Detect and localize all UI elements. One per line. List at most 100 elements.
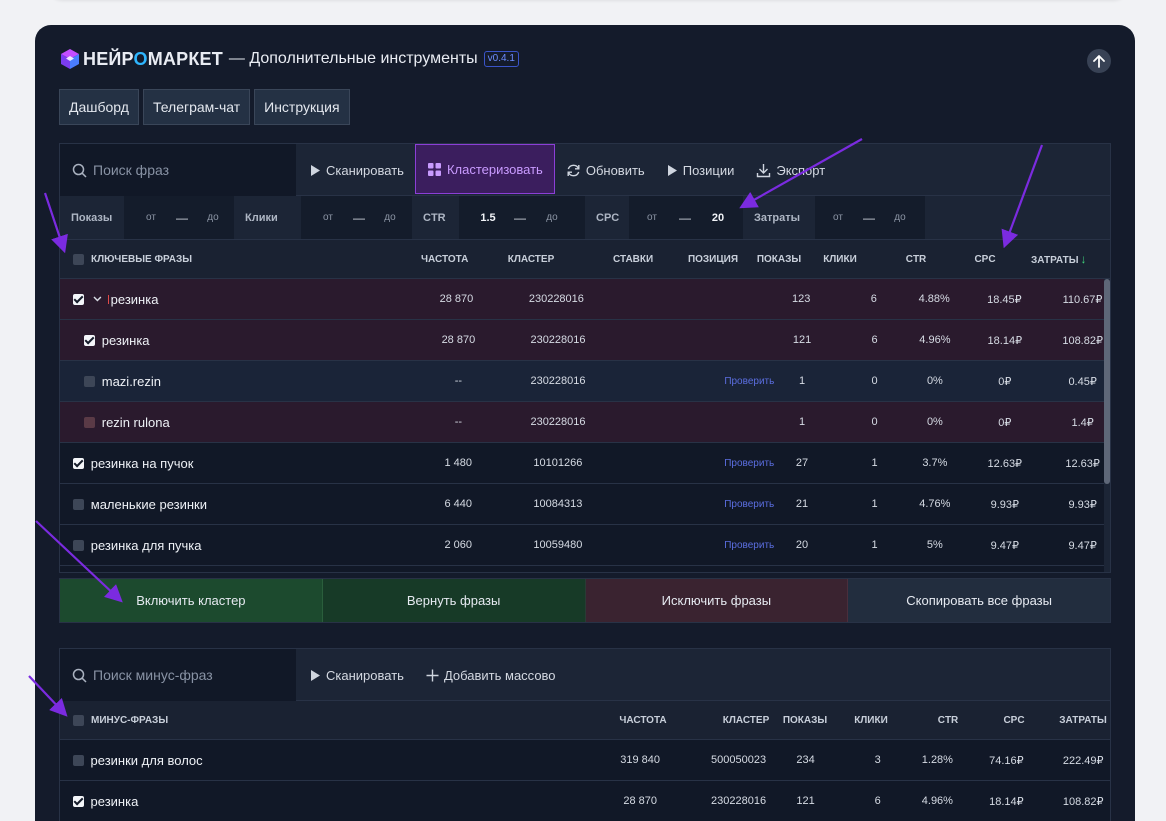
col-ctr[interactable]: CTR: [892, 715, 970, 726]
arrow-up-icon: [1093, 55, 1105, 68]
add-bulk-button[interactable]: Добавить массово: [415, 649, 567, 701]
row-checkbox[interactable]: [73, 293, 84, 305]
row-cpc: 9.47₽: [990, 539, 1019, 552]
row-ctr: 4.96%: [919, 334, 951, 346]
positions-label: Позиции: [682, 162, 735, 178]
play-icon: [311, 164, 320, 176]
col-costs[interactable]: ЗАТРАТЫ: [1032, 715, 1110, 726]
col-cluster[interactable]: КЛАСТЕР: [672, 715, 782, 726]
export-button[interactable]: Экспорт: [745, 144, 836, 196]
cluster-button[interactable]: Кластеризовать: [414, 144, 555, 194]
row-frequency: --: [454, 416, 463, 428]
row-cluster: 500050023: [711, 754, 767, 766]
nav-tabs: Дашборд Телеграм-чат Инструкция: [59, 89, 350, 125]
row-cpc: 18.14₽: [989, 795, 1024, 808]
row-checkbox[interactable]: [84, 334, 95, 346]
row-checkbox[interactable]: [73, 498, 84, 510]
row-ctr: 4.76%: [919, 498, 951, 510]
row-cluster: 10101266: [533, 457, 583, 469]
filter-clicks-range[interactable]: от — до: [301, 196, 412, 239]
filter-ctr-label: CTR: [423, 211, 446, 224]
row-keyword: mazi.rezin: [101, 373, 161, 389]
check-position-link[interactable]: Проверить: [590, 540, 788, 551]
cluster-label: Кластеризовать: [446, 161, 543, 177]
row-cluster: 230228016: [711, 795, 767, 807]
table-row[interactable]: резинка для пучка 2 060 10059480 Провери…: [60, 525, 1110, 566]
minus-scan-button[interactable]: Сканировать: [296, 649, 415, 701]
check-position-link[interactable]: Проверить: [590, 458, 788, 469]
table-row[interactable]: резинка 28 870 230228016 121 6 4.96% 18.…: [60, 781, 1110, 821]
row-cpc: 0₽: [998, 416, 1012, 429]
search-icon: [72, 668, 87, 683]
row-clicks: 6: [870, 293, 877, 305]
row-checkbox[interactable]: [84, 416, 95, 428]
row-checkbox[interactable]: [73, 754, 84, 766]
col-shows[interactable]: ПОКАЗЫ: [782, 715, 828, 726]
row-cpc: 0₽: [998, 375, 1012, 388]
cluster-marker: [107, 294, 109, 304]
plus-icon: [426, 669, 439, 681]
search-placeholder: Поиск фраз: [93, 162, 170, 178]
table-row[interactable]: маленькие резинки 6 440 10084313 Провери…: [60, 484, 1110, 525]
tab-dashboard[interactable]: Дашборд: [59, 89, 139, 125]
scroll-up-button[interactable]: [1087, 49, 1111, 73]
col-bids[interactable]: СТАВКИ: [581, 254, 653, 265]
keywords-toolbar: Поиск фраз Сканировать Кластеризовать Об…: [60, 144, 1110, 196]
table-row[interactable]: rezin rulona -- 230228016 1 0 0% 0₽ 1.4₽: [60, 402, 1110, 443]
table-row[interactable]: резинка на пучок 1 480 10101266 Проверит…: [60, 443, 1110, 484]
row-shows: 123: [791, 293, 811, 305]
row-shows: 234: [796, 754, 815, 766]
minus-search-input[interactable]: Поиск минус-фраз: [60, 649, 296, 701]
filter-ctr-range[interactable]: 1.5 — до: [459, 196, 585, 239]
row-cpc: 9.93₽: [990, 498, 1019, 511]
col-frequency[interactable]: ЧАСТОТА: [421, 254, 468, 265]
row-cost: 12.63₽: [1065, 457, 1100, 470]
filter-costs-range[interactable]: от — до: [815, 196, 925, 239]
return-phrases-button[interactable]: Вернуть фразы: [322, 579, 586, 622]
col-cluster[interactable]: КЛАСТЕР: [467, 254, 581, 265]
export-label: Экспорт: [776, 162, 826, 178]
col-costs[interactable]: ЗАТРАТЫ ↓: [1011, 252, 1087, 266]
exclude-phrases-button[interactable]: Исключить фразы: [585, 579, 849, 622]
tab-telegram-chat[interactable]: Телеграм-чат: [142, 89, 251, 125]
table-scrollbar[interactable]: [1104, 279, 1110, 572]
col-frequency[interactable]: ЧАСТОТА: [614, 715, 672, 726]
positions-button[interactable]: Позиции: [656, 144, 746, 196]
col-shows[interactable]: ПОКАЗЫ: [749, 254, 809, 265]
select-all-checkbox[interactable]: [73, 253, 84, 265]
row-ctr: 4.88%: [918, 293, 950, 305]
col-clicks[interactable]: КЛИКИ: [828, 715, 892, 726]
tab-instruction[interactable]: Инструкция: [254, 89, 350, 125]
table-row[interactable]: резинка 28 870 230228016 123 6 4.88% 18.…: [60, 279, 1110, 320]
table-row[interactable]: mazi.rezin -- 230228016 Проверить 1 0 0%…: [60, 361, 1110, 402]
copy-all-phrases-button[interactable]: Скопировать все фразы: [848, 579, 1110, 622]
row-frequency: 28 870: [623, 795, 657, 807]
row-cost: 1.4₽: [1071, 416, 1094, 429]
row-checkbox[interactable]: [73, 795, 84, 807]
row-cpc: 12.63₽: [987, 457, 1023, 470]
check-position-link[interactable]: Проверить: [590, 499, 788, 510]
table-row[interactable]: резинка 28 870 230228016 121 6 4.96% 18.…: [60, 320, 1110, 361]
row-checkbox[interactable]: [73, 539, 84, 551]
scan-button[interactable]: Сканировать: [296, 144, 415, 196]
table-row[interactable]: резинки для волос 319 840 500050023 234 …: [60, 740, 1110, 781]
row-checkbox[interactable]: [73, 457, 84, 469]
filter-costs-label: Затраты: [754, 211, 801, 224]
filter-shows-range[interactable]: от — до: [124, 196, 234, 239]
scrollbar-thumb[interactable]: [1104, 279, 1110, 484]
row-frequency: --: [454, 375, 463, 387]
col-cpc[interactable]: CPC: [949, 254, 1011, 265]
col-clicks[interactable]: КЛИКИ: [809, 254, 871, 265]
check-position-link[interactable]: Проверить: [590, 376, 788, 387]
chevron-down-icon[interactable]: [93, 296, 102, 302]
row-checkbox[interactable]: [84, 375, 95, 387]
refresh-button[interactable]: Обновить: [555, 144, 656, 196]
enable-cluster-button[interactable]: Включить кластер: [60, 579, 323, 622]
col-ctr[interactable]: CTR: [871, 254, 949, 265]
col-cpc[interactable]: CPC: [970, 715, 1032, 726]
col-position[interactable]: ПОЗИЦИЯ: [653, 254, 749, 265]
add-bulk-label: Добавить массово: [443, 667, 556, 683]
phrase-search-input[interactable]: Поиск фраз: [60, 144, 296, 196]
filter-cpc-range[interactable]: от — 20: [629, 196, 743, 239]
select-all-minus-checkbox[interactable]: [73, 714, 84, 726]
